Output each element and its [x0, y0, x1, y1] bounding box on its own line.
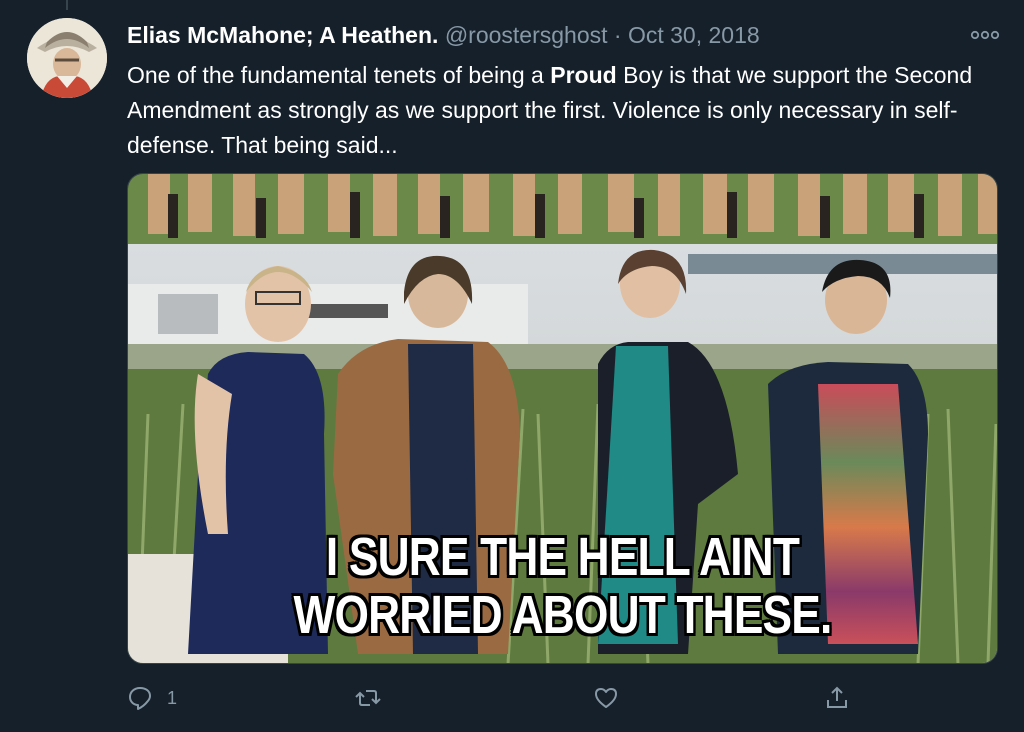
tweet-date[interactable]: Oct 30, 2018 — [628, 22, 760, 48]
tweet-text-bold: Proud — [550, 62, 617, 88]
tweet-media-image[interactable]: I SURE THE HELL AINT WORRIED ABOUT THESE… — [127, 173, 998, 664]
separator-dot: · — [613, 22, 622, 48]
like-icon — [595, 688, 617, 708]
share-button[interactable] — [824, 680, 850, 716]
more-options-icon[interactable] — [968, 25, 1002, 45]
share-icon — [827, 686, 847, 708]
meme-caption-line1: I SURE THE HELL AINT — [325, 527, 800, 587]
display-name[interactable]: Elias McMahone; A Heathen. — [127, 22, 438, 48]
reply-count: 1 — [167, 687, 178, 708]
meme-caption-line2: WORRIED ABOUT THESE. — [293, 585, 833, 645]
thread-line — [66, 0, 68, 10]
user-handle[interactable]: @roostersghost — [445, 22, 608, 48]
retweet-icon — [355, 690, 381, 706]
like-button[interactable] — [593, 680, 619, 716]
avatar[interactable] — [27, 18, 107, 98]
avatar-image — [27, 18, 107, 98]
tweet-text-part1: One of the fundamental tenets of being a — [127, 62, 551, 88]
tweet-header: Elias McMahone; A Heathen. @roostersghos… — [127, 20, 760, 50]
retweet-button[interactable] — [355, 680, 381, 716]
reply-button[interactable]: 1 — [127, 680, 177, 716]
tweet-text: One of the fundamental tenets of being a… — [127, 58, 1007, 163]
reply-icon — [129, 687, 151, 710]
tweet-actions: 1 — [127, 680, 1007, 716]
